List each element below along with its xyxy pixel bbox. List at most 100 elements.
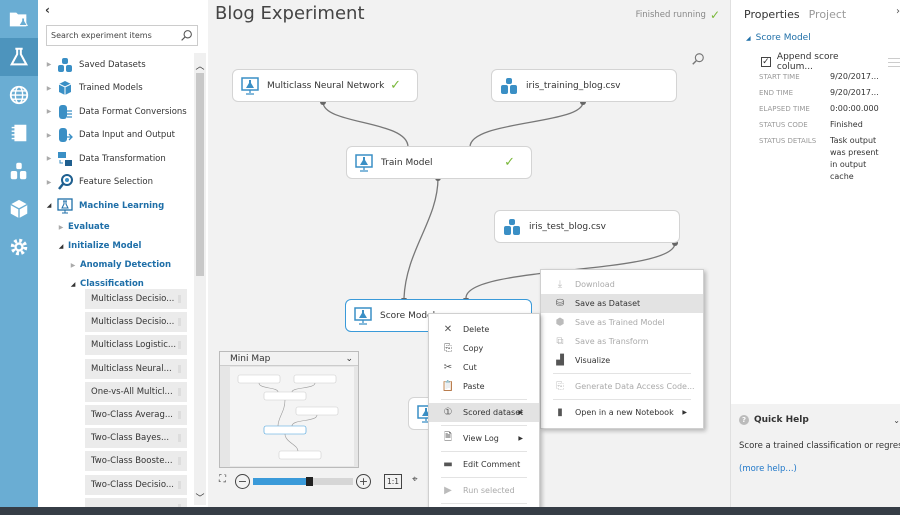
rail-notebooks[interactable]	[0, 114, 38, 152]
node-train-model[interactable]: Train Model ✓	[346, 146, 532, 179]
collapse-arrow-icon[interactable]: ◢	[66, 281, 80, 288]
rail-web-services[interactable]	[0, 76, 38, 114]
module-item[interactable]: Multiclass Logistic...	[85, 335, 187, 356]
fit-to-screen-icon[interactable]: ⛶	[219, 474, 235, 488]
collapse-palette-button[interactable]: ‹	[45, 3, 50, 17]
collapse-arrow-icon[interactable]: ◢	[54, 243, 68, 250]
minimap-header[interactable]: Mini Map ⌄	[220, 352, 358, 366]
node-iris-training-csv[interactable]: iris_training_blog.csv	[491, 69, 677, 102]
tree-item-evaluate[interactable]: ▶ Evaluate	[38, 218, 196, 237]
tree-item-data-format-conversions[interactable]: ▶ Data Format Conversions	[38, 100, 196, 124]
rail-settings[interactable]	[0, 228, 38, 266]
zoom-slider[interactable]	[253, 476, 353, 486]
module-item[interactable]: Multiclass Decisio...	[85, 312, 187, 333]
quick-help-header[interactable]: ? Quick Help	[739, 415, 809, 425]
actual-size-button[interactable]: 1:1	[384, 473, 402, 489]
zoom-out-button[interactable]: −	[235, 473, 250, 489]
menu-item-delete[interactable]: ✕ Delete	[429, 320, 539, 339]
rail-trained-models[interactable]	[0, 190, 38, 228]
tree-item-data-transformation[interactable]: ▶ Data Transformation	[38, 147, 196, 171]
quick-help-panel: ? Quick Help ⌄ Score a trained classific…	[730, 404, 900, 507]
expand-arrow-icon[interactable]: ▶	[42, 85, 56, 92]
module-item[interactable]: One-vs-All Multicl...	[85, 381, 187, 402]
menu-item-open-in-notebook[interactable]: ▮ Open in a new Notebook ▶	[541, 403, 703, 422]
expand-arrow-icon[interactable]: ▶	[42, 108, 56, 115]
module-item[interactable]: Multiclass Neural...	[85, 358, 187, 379]
experiment-title[interactable]: Blog Experiment	[215, 3, 365, 24]
output-port-icon: ①	[443, 407, 453, 418]
module-item[interactable]: Two-Class Averag...	[85, 404, 187, 425]
parameter-menu-icon[interactable]	[888, 57, 900, 67]
scroll-thumb[interactable]	[196, 73, 204, 276]
check-icon: ✓	[504, 155, 515, 170]
tree-item-data-input-output[interactable]: ▶ Data Input and Output	[38, 124, 196, 148]
scroll-up-icon[interactable]: ︿	[194, 59, 206, 72]
scroll-down-icon[interactable]: ﹀	[194, 491, 206, 504]
module-item[interactable]: Two-Class Bayes...	[85, 428, 187, 449]
expand-arrow-icon[interactable]: ▶	[66, 262, 80, 269]
minimap[interactable]: Mini Map ⌄	[219, 351, 359, 468]
tree-item-label: Trained Models	[79, 83, 143, 94]
mini-node	[293, 374, 337, 384]
transformation-icon	[56, 151, 74, 167]
append-score-checkbox[interactable]: ✓	[761, 57, 771, 67]
menu-item-copy[interactable]: ⎘ Copy	[429, 339, 539, 358]
properties-section-header[interactable]: ◢ Score Model	[746, 33, 811, 43]
machine-learning-icon	[56, 198, 74, 214]
menu-item-cut[interactable]: ✂ Cut	[429, 358, 539, 377]
menu-item-paste[interactable]: 📋 Paste	[429, 377, 539, 396]
zoom-in-button[interactable]: +	[356, 473, 371, 489]
expand-arrow-icon[interactable]: ▶	[42, 132, 56, 139]
expand-arrow-icon[interactable]: ▶	[42, 61, 56, 68]
zoom-slider-handle[interactable]	[306, 476, 313, 486]
node-multiclass-neural-network[interactable]: Multiclass Neural Network ✓	[232, 69, 418, 102]
menu-item-save-as-transform[interactable]: ⧉ Save as Transform	[541, 332, 703, 351]
menu-item-generate-data-access-code[interactable]: ⎘ Generate Data Access Code...	[541, 377, 703, 396]
tree-item-feature-selection[interactable]: ▶ Feature Selection	[38, 171, 196, 195]
tree-item-trained-models[interactable]: ▶ Trained Models	[38, 77, 196, 101]
expand-arrow-icon[interactable]: ▶	[42, 179, 56, 186]
menu-item-visualize[interactable]: ▟ Visualize	[541, 351, 703, 370]
tab-properties[interactable]: Properties	[744, 8, 800, 21]
expand-arrow-icon[interactable]: ▶	[42, 155, 56, 162]
module-item[interactable]: Multiclass Decisio...	[85, 289, 187, 309]
module-item[interactable]: Two-Class Booste...	[85, 451, 187, 472]
tab-project[interactable]: Project	[809, 8, 847, 21]
chevron-down-icon[interactable]: ⌄	[893, 416, 900, 425]
collapse-panel-icon[interactable]: ›	[896, 6, 900, 17]
chevron-down-icon[interactable]: ⌄	[345, 354, 353, 364]
menu-separator	[441, 451, 527, 452]
module-item[interactable]: Two-Class Decisio...	[85, 474, 187, 495]
node-iris-test-csv[interactable]: iris_test_blog.csv	[494, 210, 680, 243]
expand-arrow-icon[interactable]: ▶	[54, 224, 68, 231]
tree-item-machine-learning[interactable]: ◢ Machine Learning	[38, 194, 196, 218]
checkbox-label: Append score colum...	[776, 52, 839, 72]
center-view-icon[interactable]: ⌖	[412, 474, 426, 488]
tree-item-initialize-model[interactable]: ◢ Initialize Model	[38, 237, 196, 256]
canvas-search-icon[interactable]	[691, 52, 705, 66]
collapse-arrow-icon[interactable]: ◢	[42, 202, 56, 209]
more-help-link[interactable]: (more help...)	[739, 464, 797, 474]
tree-item-anomaly-detection[interactable]: ▶ Anomaly Detection	[38, 256, 196, 275]
tree-item-saved-datasets[interactable]: ▶ Saved Datasets	[38, 53, 196, 77]
section-title: Score Model	[755, 33, 811, 43]
rail-experiments[interactable]	[0, 38, 38, 76]
node-label: iris_test_blog.csv	[529, 221, 606, 232]
menu-item-edit-comment[interactable]: ▬ Edit Comment	[429, 455, 539, 474]
properties-panel: Properties Project › ◢ Score Model ✓ App…	[730, 0, 900, 404]
menu-item-view-log[interactable]: 🗎 View Log ▶	[429, 429, 539, 448]
palette-scrollbar[interactable]: ︿ ﹀	[194, 53, 206, 505]
menu-item-scored-dataset[interactable]: ① Scored dataset ▶	[429, 403, 539, 422]
menu-item-download[interactable]: ⤓ Download	[541, 275, 703, 294]
search-icon[interactable]	[180, 29, 193, 42]
search-input[interactable]	[51, 31, 176, 40]
menu-item-run-selected[interactable]: ▶ Run selected	[429, 481, 539, 500]
menu-item-save-as-trained-model[interactable]: ⬢ Save as Trained Model	[541, 313, 703, 332]
edge-train-score	[403, 177, 439, 299]
menu-item-save-as-dataset[interactable]: ⛁ Save as Dataset	[541, 294, 703, 313]
minimap-viewport[interactable]	[230, 367, 354, 466]
tree-item-label: Initialize Model	[68, 241, 142, 251]
menu-separator	[553, 399, 691, 400]
rail-projects[interactable]	[0, 0, 38, 38]
rail-datasets[interactable]	[0, 152, 38, 190]
